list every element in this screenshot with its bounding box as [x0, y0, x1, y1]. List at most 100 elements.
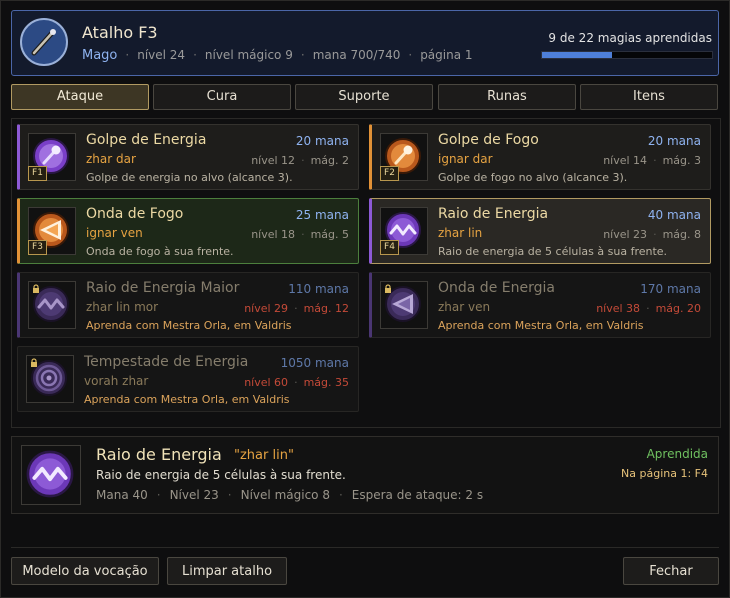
spell-unlock-hint: Aprenda com Mestra Orla, em Valdris	[438, 319, 644, 332]
spell-requirements: nível 60 · mág. 35	[244, 376, 349, 389]
spell-requirements: nível 18 · mág. 5	[251, 228, 349, 241]
spell-requirements: nível 38 · mág. 20	[596, 302, 701, 315]
spell-requirements: nível 29 · mág. 12	[244, 302, 349, 315]
tab-ataque[interactable]: Ataque	[11, 84, 149, 110]
spell-mana: 170 mana	[640, 282, 701, 296]
spell-magic-level: mág. 5	[310, 228, 349, 241]
clear-hotkey-button[interactable]: Limpar atalho	[167, 557, 287, 585]
lock-icon	[33, 284, 39, 293]
spell-magic-level: mág. 8	[662, 228, 701, 241]
detail-mana: Mana 40	[96, 488, 148, 502]
spell-unlock-hint: Aprenda com Mestra Orla, em Valdris	[84, 393, 290, 406]
vocation-label: Mago	[82, 48, 118, 63]
spell-unlock-hint: Aprenda com Mestra Orla, em Valdris	[86, 319, 292, 332]
tab-suporte[interactable]: Suporte	[295, 84, 433, 110]
spell-magic-level: mág. 2	[310, 154, 349, 167]
spell-mana: 1050 mana	[280, 356, 349, 370]
spell-mana: 25 mana	[295, 208, 349, 222]
great-energy-beam-icon	[28, 281, 76, 329]
spell-level: nível 14	[603, 154, 648, 167]
spell-name: Golpe de Fogo	[438, 132, 539, 148]
magic-level-label: nível mágico 9	[204, 48, 293, 62]
hotkey-badge: F1	[28, 166, 47, 181]
spell-card-tempestade-de-energia[interactable]: Tempestade de Energia 1050 mana vorah zh…	[17, 346, 359, 412]
tab-cura[interactable]: Cura	[153, 84, 291, 110]
fire-strike-icon: F2	[380, 133, 428, 181]
energy-strike-icon: F1	[28, 133, 76, 181]
lock-icon	[31, 358, 37, 367]
spell-mana: 40 mana	[647, 208, 701, 222]
spell-card-raio-de-energia[interactable]: F4 Raio de Energia 40 mana zhar lin níve…	[369, 198, 711, 264]
spell-level: nível 12	[251, 154, 296, 167]
spell-description: Raio de energia de 5 células à sua frent…	[438, 245, 668, 258]
progress-fill	[542, 52, 612, 58]
spell-name: Golpe de Energia	[86, 132, 207, 148]
close-button[interactable]: Fechar	[623, 557, 719, 585]
fire-wave-icon: F3	[28, 207, 76, 255]
footer-divider	[11, 547, 719, 548]
spells-learned-label: 9 de 22 magias aprendidas	[548, 31, 712, 45]
spell-level: nível 23	[603, 228, 648, 241]
spell-card-golpe-de-fogo[interactable]: F2 Golpe de Fogo 20 mana ignar dar nível…	[369, 124, 711, 190]
level-label: nível 24	[137, 48, 186, 62]
character-summary: Mago · nível 24 · nível mágico 9 · mana 700/74…	[82, 48, 473, 63]
hotkey-badge: F3	[28, 240, 47, 255]
spell-description: Onda de fogo à sua frente.	[86, 245, 234, 258]
spell-description: Golpe de energia no alvo (alcance 3).	[86, 171, 293, 184]
detail-spell-stats: Mana 40 · Nível 23 · Nível mágico 8 · Espera d…	[96, 488, 484, 502]
energy-wave-icon	[380, 281, 428, 329]
spell-name: Raio de Energia Maior	[86, 280, 240, 296]
magic-wand-icon	[20, 18, 68, 66]
spell-magic-level: mág. 35	[303, 376, 349, 389]
spell-requirements: nível 12 · mág. 2	[251, 154, 349, 167]
spell-words: zhar ven	[438, 300, 491, 314]
spell-words: ignar ven	[86, 226, 143, 240]
spell-detail-panel: Raio de Energia "zhar lin" Raio de energ…	[11, 436, 719, 514]
hotkey-badge: F4	[380, 240, 399, 255]
spell-level: nível 60	[244, 376, 289, 389]
spell-magic-level: mág. 20	[655, 302, 701, 315]
spell-words: ignar dar	[438, 152, 493, 166]
detail-status: Aprendida	[646, 447, 708, 461]
spell-level: nível 38	[596, 302, 641, 315]
detail-page-info: Na página 1: F4	[621, 467, 708, 480]
spell-card-golpe-de-energia[interactable]: F1 Golpe de Energia 20 mana zhar dar nív…	[17, 124, 359, 190]
spell-card-onda-de-fogo[interactable]: F3 Onda de Fogo 25 mana ignar ven nível …	[17, 198, 359, 264]
spell-list: F1 Golpe de Energia 20 mana zhar dar nív…	[11, 118, 721, 428]
spell-name: Raio de Energia	[438, 206, 549, 222]
page-label: página 1	[420, 48, 473, 62]
spells-learned-progress	[541, 51, 713, 59]
spell-description: Golpe de fogo no alvo (alcance 3).	[438, 171, 628, 184]
energy-storm-icon	[26, 355, 74, 403]
spell-card-onda-de-energia[interactable]: Onda de Energia 170 mana zhar ven nível …	[369, 272, 711, 338]
mana-label: mana 700/740	[312, 48, 401, 62]
spell-words: zhar lin	[438, 226, 483, 240]
spell-name: Onda de Fogo	[86, 206, 184, 222]
spell-requirements: nível 23 · mág. 8	[603, 228, 701, 241]
spell-words: zhar dar	[86, 152, 136, 166]
detail-spell-name: Raio de Energia	[96, 445, 222, 464]
spell-magic-level: mág. 3	[662, 154, 701, 167]
tab-itens[interactable]: Itens	[580, 84, 718, 110]
lock-icon	[385, 284, 391, 293]
spell-mana: 20 mana	[647, 134, 701, 148]
detail-spell-words: "zhar lin"	[234, 448, 294, 463]
detail-magic-level: Nível mágico 8	[240, 488, 330, 502]
category-tabs: Ataque Cura Suporte Runas Itens	[11, 84, 719, 110]
spell-name: Onda de Energia	[438, 280, 555, 296]
spell-card-raio-de-energia-maior[interactable]: Raio de Energia Maior 110 mana zhar lin …	[17, 272, 359, 338]
vocation-template-button[interactable]: Modelo da vocação	[11, 557, 159, 585]
detail-level: Nível 23	[169, 488, 219, 502]
hotkey-badge: F2	[380, 166, 399, 181]
spell-mana: 110 mana	[288, 282, 349, 296]
spell-words: vorah zhar	[84, 374, 149, 388]
tab-runas[interactable]: Runas	[438, 84, 576, 110]
hotkey-header: Atalho F3 Mago · nível 24 · nível mágico 9 · m…	[11, 10, 719, 76]
energy-beam-icon	[21, 445, 81, 505]
spell-words: zhar lin mor	[86, 300, 159, 314]
energy-beam-icon: F4	[380, 207, 428, 255]
detail-cooldown: Espera de ataque: 2 s	[351, 488, 484, 502]
spell-requirements: nível 14 · mág. 3	[603, 154, 701, 167]
spell-name: Tempestade de Energia	[84, 354, 249, 370]
spell-level: nível 29	[244, 302, 289, 315]
